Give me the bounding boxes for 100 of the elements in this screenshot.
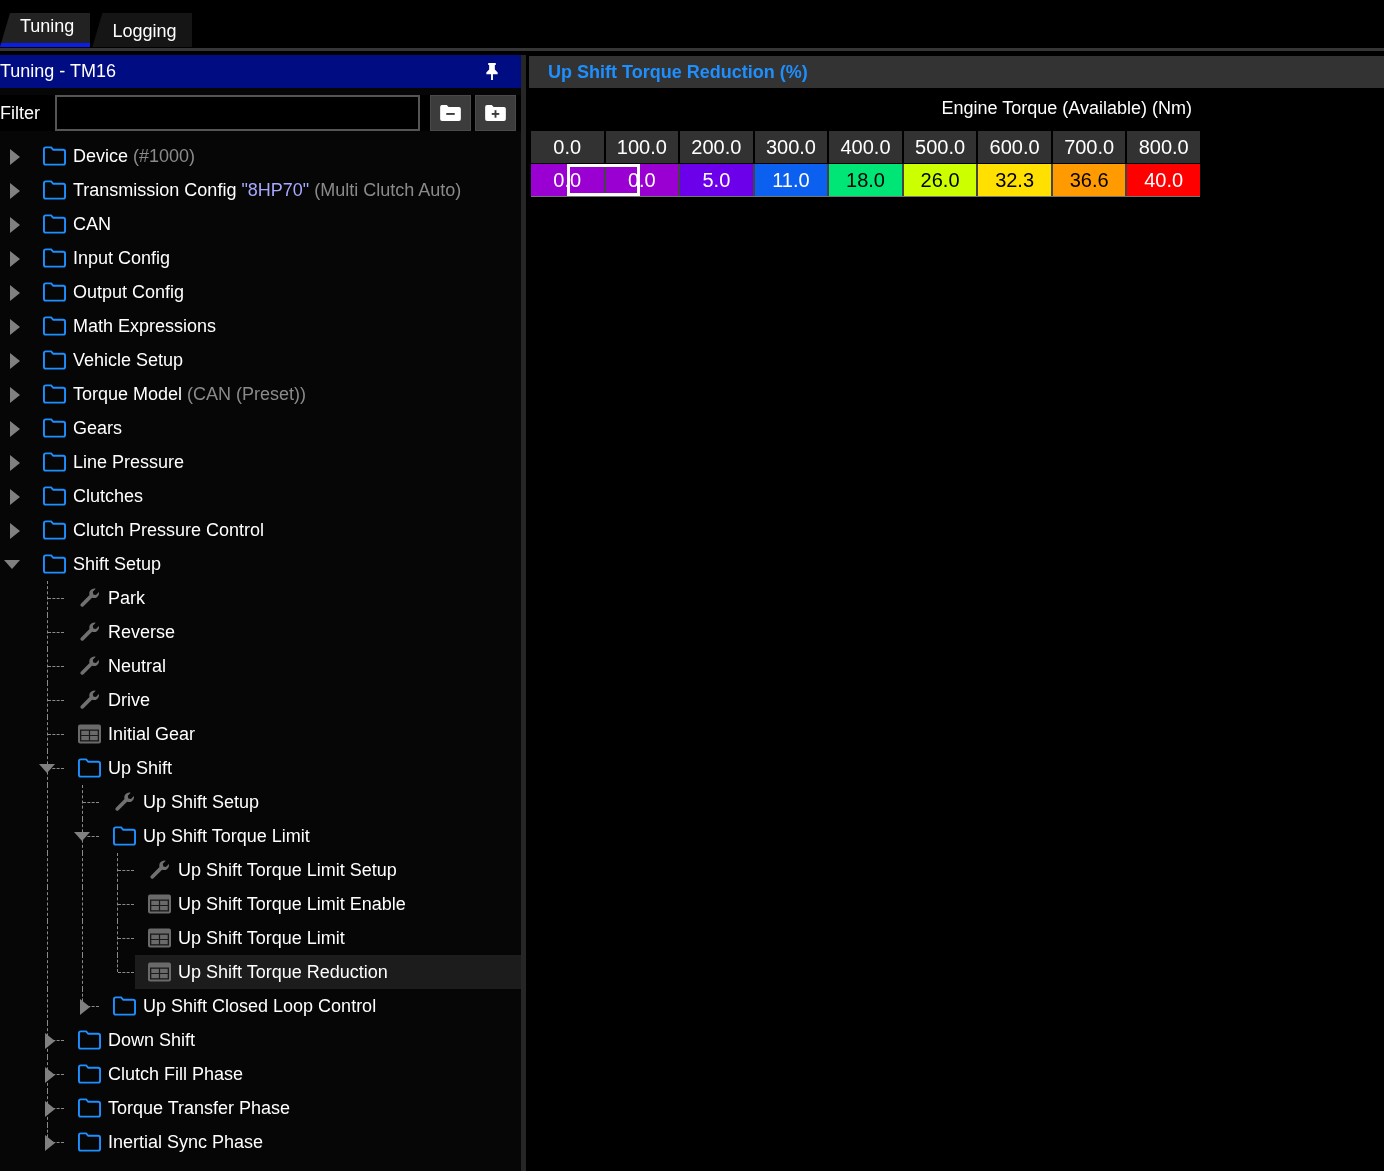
tree-item[interactable]: CAN — [30, 207, 119, 241]
folder-icon — [43, 486, 66, 506]
folder-icon — [43, 248, 66, 268]
caret-right-icon[interactable] — [77, 998, 90, 1015]
caret-right-icon[interactable] — [7, 420, 20, 437]
tree-item[interactable]: Input Config — [30, 241, 179, 275]
caret-right-icon[interactable] — [42, 1066, 55, 1083]
pin-icon[interactable] — [486, 63, 498, 80]
tree-item[interactable]: Shift Setup — [30, 547, 170, 581]
caret-right-icon[interactable] — [7, 318, 20, 335]
folder-icon — [78, 1132, 101, 1152]
tree-item[interactable]: Up Shift Torque Limit Enable — [135, 887, 414, 921]
table-icon — [148, 962, 171, 982]
caret-right-icon[interactable] — [7, 454, 20, 471]
folder-icon — [43, 316, 66, 336]
tree-item[interactable]: Up Shift Torque Limit — [100, 819, 318, 853]
wrench-icon — [78, 588, 101, 608]
folder-icon — [43, 214, 66, 234]
tree-item[interactable]: Clutch Pressure Control — [30, 513, 273, 547]
column-header: 100.0 — [605, 131, 679, 163]
tree-item[interactable]: Inertial Sync Phase — [65, 1125, 272, 1159]
tree-item[interactable]: Device (#1000) — [30, 139, 204, 173]
folder-icon — [78, 1064, 101, 1084]
tree-item[interactable]: Up Shift Torque Limit Setup — [135, 853, 405, 887]
table-icon — [78, 724, 101, 744]
filter-label: Filter — [0, 102, 41, 124]
axis-label: Engine Torque (Available) (Nm) — [941, 97, 1192, 119]
tree-item[interactable]: Clutch Fill Phase — [65, 1057, 252, 1091]
folder-icon — [113, 826, 136, 846]
caret-right-icon[interactable] — [7, 352, 20, 369]
folder-icon — [78, 1098, 101, 1118]
folder-icon — [43, 384, 66, 404]
caret-right-icon[interactable] — [7, 488, 20, 505]
caret-down-icon[interactable] — [74, 832, 90, 841]
tree-item[interactable]: Torque Model (CAN (Preset)) — [30, 377, 315, 411]
caret-right-icon[interactable] — [7, 148, 20, 165]
table-cell[interactable]: 26.0 — [903, 164, 977, 196]
folder-icon — [43, 180, 66, 200]
tree-item[interactable]: Vehicle Setup — [30, 343, 192, 377]
table-cell[interactable]: 40.0 — [1127, 164, 1200, 196]
tab[interactable]: Tuning — [0, 13, 91, 47]
tree-item[interactable]: Neutral — [65, 649, 175, 683]
caret-down-icon[interactable] — [39, 764, 55, 773]
folder-minus-icon — [440, 105, 461, 121]
tree-item[interactable]: Initial Gear — [65, 717, 204, 751]
tree-item[interactable]: Drive — [65, 683, 158, 717]
tree-item[interactable]: Transmission Config "8HP70" (Multi Clutch Auto) — [30, 173, 470, 207]
tree-item[interactable]: Down Shift — [65, 1023, 204, 1057]
tree-item[interactable]: Output Config — [30, 275, 193, 309]
tree-item[interactable]: Up Shift Torque Limit — [135, 921, 353, 955]
folder-icon — [43, 350, 66, 370]
column-header: 200.0 — [680, 131, 753, 163]
folder-icon — [78, 1030, 101, 1050]
tree-item[interactable]: Clutches — [30, 479, 152, 513]
folder-icon — [43, 520, 66, 540]
caret-right-icon[interactable] — [7, 284, 20, 301]
table-cell[interactable]: 36.6 — [1052, 164, 1126, 196]
folder-icon — [43, 282, 66, 302]
table-cell[interactable]: 5.0 — [680, 164, 753, 196]
caret-right-icon[interactable] — [42, 1100, 55, 1117]
expand-all-button[interactable] — [475, 95, 516, 131]
caret-right-icon[interactable] — [7, 386, 20, 403]
tree-item[interactable]: Line Pressure — [30, 445, 193, 479]
filter-field[interactable] — [55, 95, 420, 131]
tree-item[interactable]: Up Shift — [65, 751, 181, 785]
tree-item[interactable]: Park — [65, 581, 153, 615]
collapse-all-button[interactable] — [430, 95, 471, 131]
tab[interactable]: Logging — [92, 13, 193, 47]
column-header: 500.0 — [903, 131, 977, 163]
column-header: 600.0 — [978, 131, 1051, 163]
caret-right-icon[interactable] — [42, 1134, 55, 1151]
tree-item[interactable]: Up Shift Torque Reduction — [135, 955, 521, 989]
tree-item[interactable]: Reverse — [65, 615, 184, 649]
table-icon — [148, 928, 171, 948]
tree-item[interactable]: Math Expressions — [30, 309, 225, 343]
caret-right-icon[interactable] — [42, 1032, 55, 1049]
wrench-icon — [78, 690, 101, 710]
editor-title: Up Shift Torque Reduction (%) — [548, 61, 808, 83]
tree-item[interactable]: Up Shift Setup — [100, 785, 268, 819]
table-cell[interactable]: 32.3 — [978, 164, 1051, 196]
folder-icon — [43, 418, 66, 438]
folder-icon — [43, 452, 66, 472]
caret-right-icon[interactable] — [7, 182, 20, 199]
table-cell[interactable]: 11.0 — [754, 164, 828, 196]
table-cell[interactable]: 18.0 — [829, 164, 902, 196]
wrench-icon — [113, 792, 136, 812]
caret-down-icon[interactable] — [4, 560, 20, 569]
tree-item[interactable]: Up Shift Closed Loop Control — [100, 989, 385, 1023]
folder-icon — [78, 758, 101, 778]
folder-icon — [113, 996, 136, 1016]
folder-icon — [43, 554, 66, 574]
caret-right-icon[interactable] — [7, 216, 20, 233]
caret-right-icon[interactable] — [7, 250, 20, 267]
column-header: 800.0 — [1127, 131, 1200, 163]
caret-right-icon[interactable] — [7, 522, 20, 539]
wrench-icon — [78, 656, 101, 676]
folder-plus-icon — [485, 105, 506, 121]
column-header: 700.0 — [1052, 131, 1126, 163]
tree-item[interactable]: Gears — [30, 411, 131, 445]
tree-item[interactable]: Torque Transfer Phase — [65, 1091, 299, 1125]
